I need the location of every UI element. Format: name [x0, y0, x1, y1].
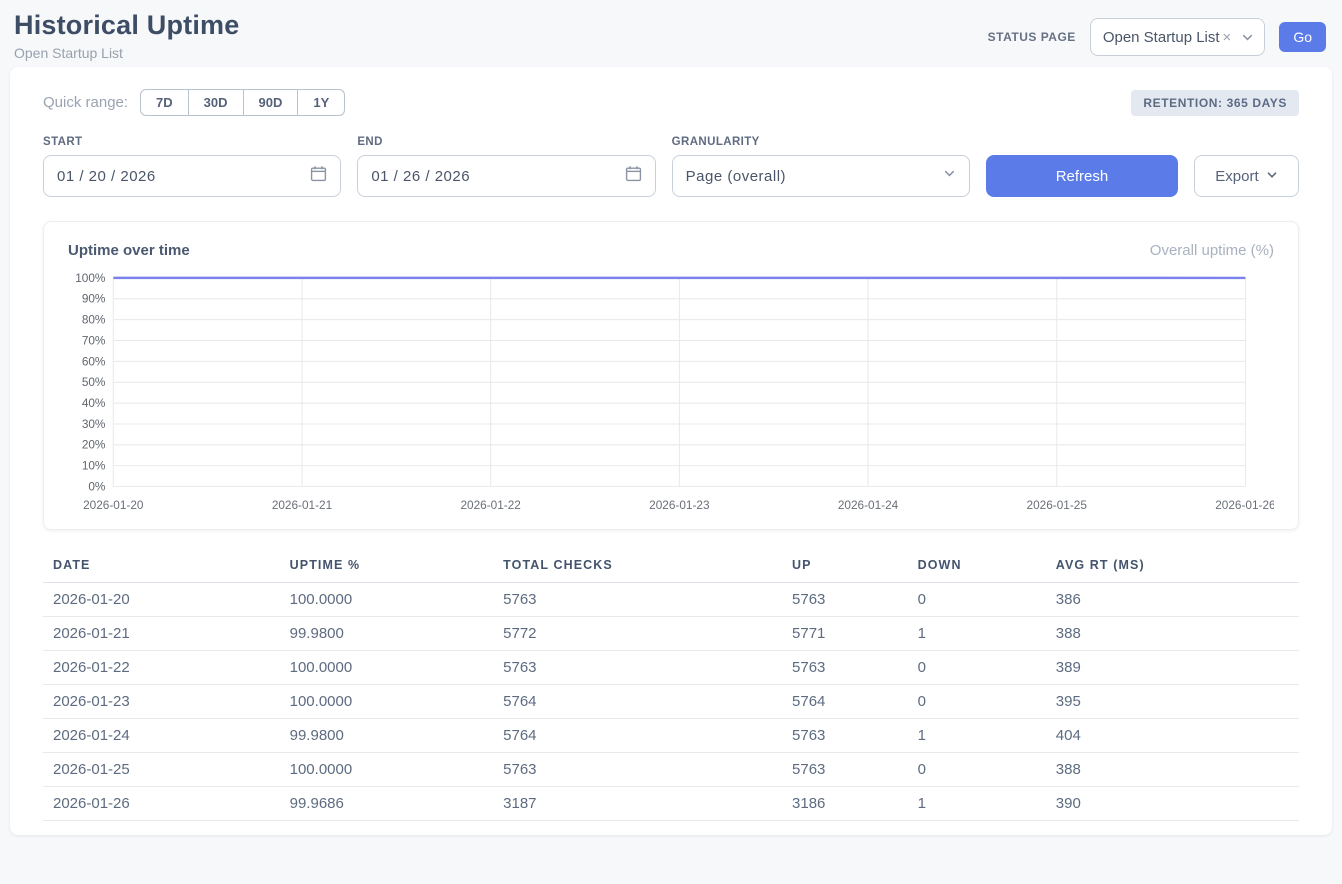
svg-text:80%: 80%: [82, 313, 106, 327]
chart-title: Uptime over time: [68, 242, 190, 259]
column-header: UPTIME %: [282, 552, 496, 583]
table-body: 2026-01-20100.00005763576303862026-01-21…: [43, 583, 1299, 821]
retention-badge: RETENTION: 365 DAYS: [1131, 90, 1299, 116]
column-header: DOWN: [910, 552, 1048, 583]
quick-range-90d[interactable]: 90D: [243, 89, 299, 116]
calendar-icon[interactable]: [625, 165, 642, 187]
table-row: 2026-01-2199.9800577257711388: [43, 617, 1299, 651]
end-field: END 01 / 26 / 2026: [357, 136, 655, 197]
quick-range-label: Quick range:: [43, 94, 128, 111]
svg-text:40%: 40%: [82, 396, 106, 410]
end-date-input[interactable]: 01 / 26 / 2026: [357, 155, 655, 197]
status-page-value: Open Startup List: [1103, 29, 1220, 46]
granularity-label: GRANULARITY: [672, 136, 970, 148]
svg-text:2026-01-23: 2026-01-23: [649, 498, 710, 512]
chevron-down-icon: [1266, 168, 1278, 185]
controls-row: START 01 / 20 / 2026 END 01 / 26 / 2026 …: [43, 136, 1299, 197]
chevron-down-icon: [943, 167, 956, 185]
svg-text:60%: 60%: [82, 354, 106, 368]
export-label: Export: [1215, 168, 1258, 185]
start-date-value: 01 / 20 / 2026: [57, 168, 156, 185]
svg-text:100%: 100%: [75, 271, 106, 285]
granularity-select[interactable]: Page (overall): [672, 155, 970, 197]
quick-range-group: 7D30D90D1Y: [140, 89, 345, 116]
table-header-row: DATEUPTIME %TOTAL CHECKSUPDOWNAVG RT (MS…: [43, 552, 1299, 583]
refresh-button[interactable]: Refresh: [986, 155, 1178, 197]
table-row: 2026-01-22100.0000576357630389: [43, 651, 1299, 685]
svg-text:20%: 20%: [82, 438, 106, 452]
uptime-table: DATEUPTIME %TOTAL CHECKSUPDOWNAVG RT (MS…: [43, 552, 1299, 821]
end-date-value: 01 / 26 / 2026: [371, 168, 470, 185]
status-page-label: STATUS PAGE: [988, 30, 1076, 44]
chart-card: Uptime over time Overall uptime (%) 0% 10…: [43, 221, 1299, 530]
granularity-field: GRANULARITY Page (overall): [672, 136, 970, 197]
column-header: TOTAL CHECKS: [495, 552, 784, 583]
svg-text:70%: 70%: [82, 333, 106, 347]
svg-text:2026-01-20: 2026-01-20: [83, 498, 144, 512]
start-field: START 01 / 20 / 2026: [43, 136, 341, 197]
export-button[interactable]: Export: [1194, 155, 1299, 197]
svg-text:2026-01-26: 2026-01-26: [1215, 498, 1274, 512]
uptime-chart: 0% 10% 20% 30% 40% 50% 60% 70% 80% 90% 100% 2026-01…: [68, 269, 1274, 515]
column-header: DATE: [43, 552, 282, 583]
svg-text:0%: 0%: [88, 479, 106, 493]
page-subtitle: Open Startup List: [14, 45, 239, 61]
page-title: Historical Uptime: [14, 10, 239, 41]
svg-text:2026-01-22: 2026-01-22: [461, 498, 521, 512]
svg-text:2026-01-24: 2026-01-24: [838, 498, 899, 512]
svg-text:2026-01-25: 2026-01-25: [1027, 498, 1088, 512]
page-header: Historical Uptime Open Startup List STAT…: [0, 0, 1342, 67]
granularity-value: Page (overall): [686, 168, 786, 185]
calendar-icon[interactable]: [310, 165, 327, 187]
header-right: STATUS PAGE Open Startup List × Go: [988, 18, 1326, 56]
chevron-down-icon: [1241, 31, 1254, 44]
quick-range-1y[interactable]: 1Y: [297, 89, 345, 116]
table-row: 2026-01-2499.9800576457631404: [43, 719, 1299, 753]
quick-range-7d[interactable]: 7D: [140, 89, 189, 116]
start-date-input[interactable]: 01 / 20 / 2026: [43, 155, 341, 197]
column-header: AVG RT (MS): [1048, 552, 1299, 583]
title-block: Historical Uptime Open Startup List: [14, 10, 239, 61]
chart-header: Uptime over time Overall uptime (%): [68, 242, 1274, 259]
svg-text:30%: 30%: [82, 417, 106, 431]
end-label: END: [357, 136, 655, 148]
table-row: 2026-01-25100.0000576357630388: [43, 753, 1299, 787]
quick-range-row: Quick range: 7D30D90D1Y RETENTION: 365 D…: [43, 89, 1299, 116]
main-panel: Quick range: 7D30D90D1Y RETENTION: 365 D…: [10, 67, 1332, 835]
quick-range-30d[interactable]: 30D: [188, 89, 244, 116]
start-label: START: [43, 136, 341, 148]
go-button[interactable]: Go: [1279, 22, 1326, 52]
clear-icon[interactable]: ×: [1223, 29, 1232, 46]
svg-text:50%: 50%: [82, 375, 106, 389]
table-row: 2026-01-23100.0000576457640395: [43, 685, 1299, 719]
chart-legend: Overall uptime (%): [1150, 242, 1274, 259]
table-row: 2026-01-2699.9686318731861390: [43, 787, 1299, 821]
svg-text:10%: 10%: [82, 459, 106, 473]
svg-text:90%: 90%: [82, 292, 106, 306]
status-page-select[interactable]: Open Startup List ×: [1090, 18, 1266, 56]
svg-text:2026-01-21: 2026-01-21: [272, 498, 332, 512]
column-header: UP: [784, 552, 910, 583]
table-row: 2026-01-20100.0000576357630386: [43, 583, 1299, 617]
